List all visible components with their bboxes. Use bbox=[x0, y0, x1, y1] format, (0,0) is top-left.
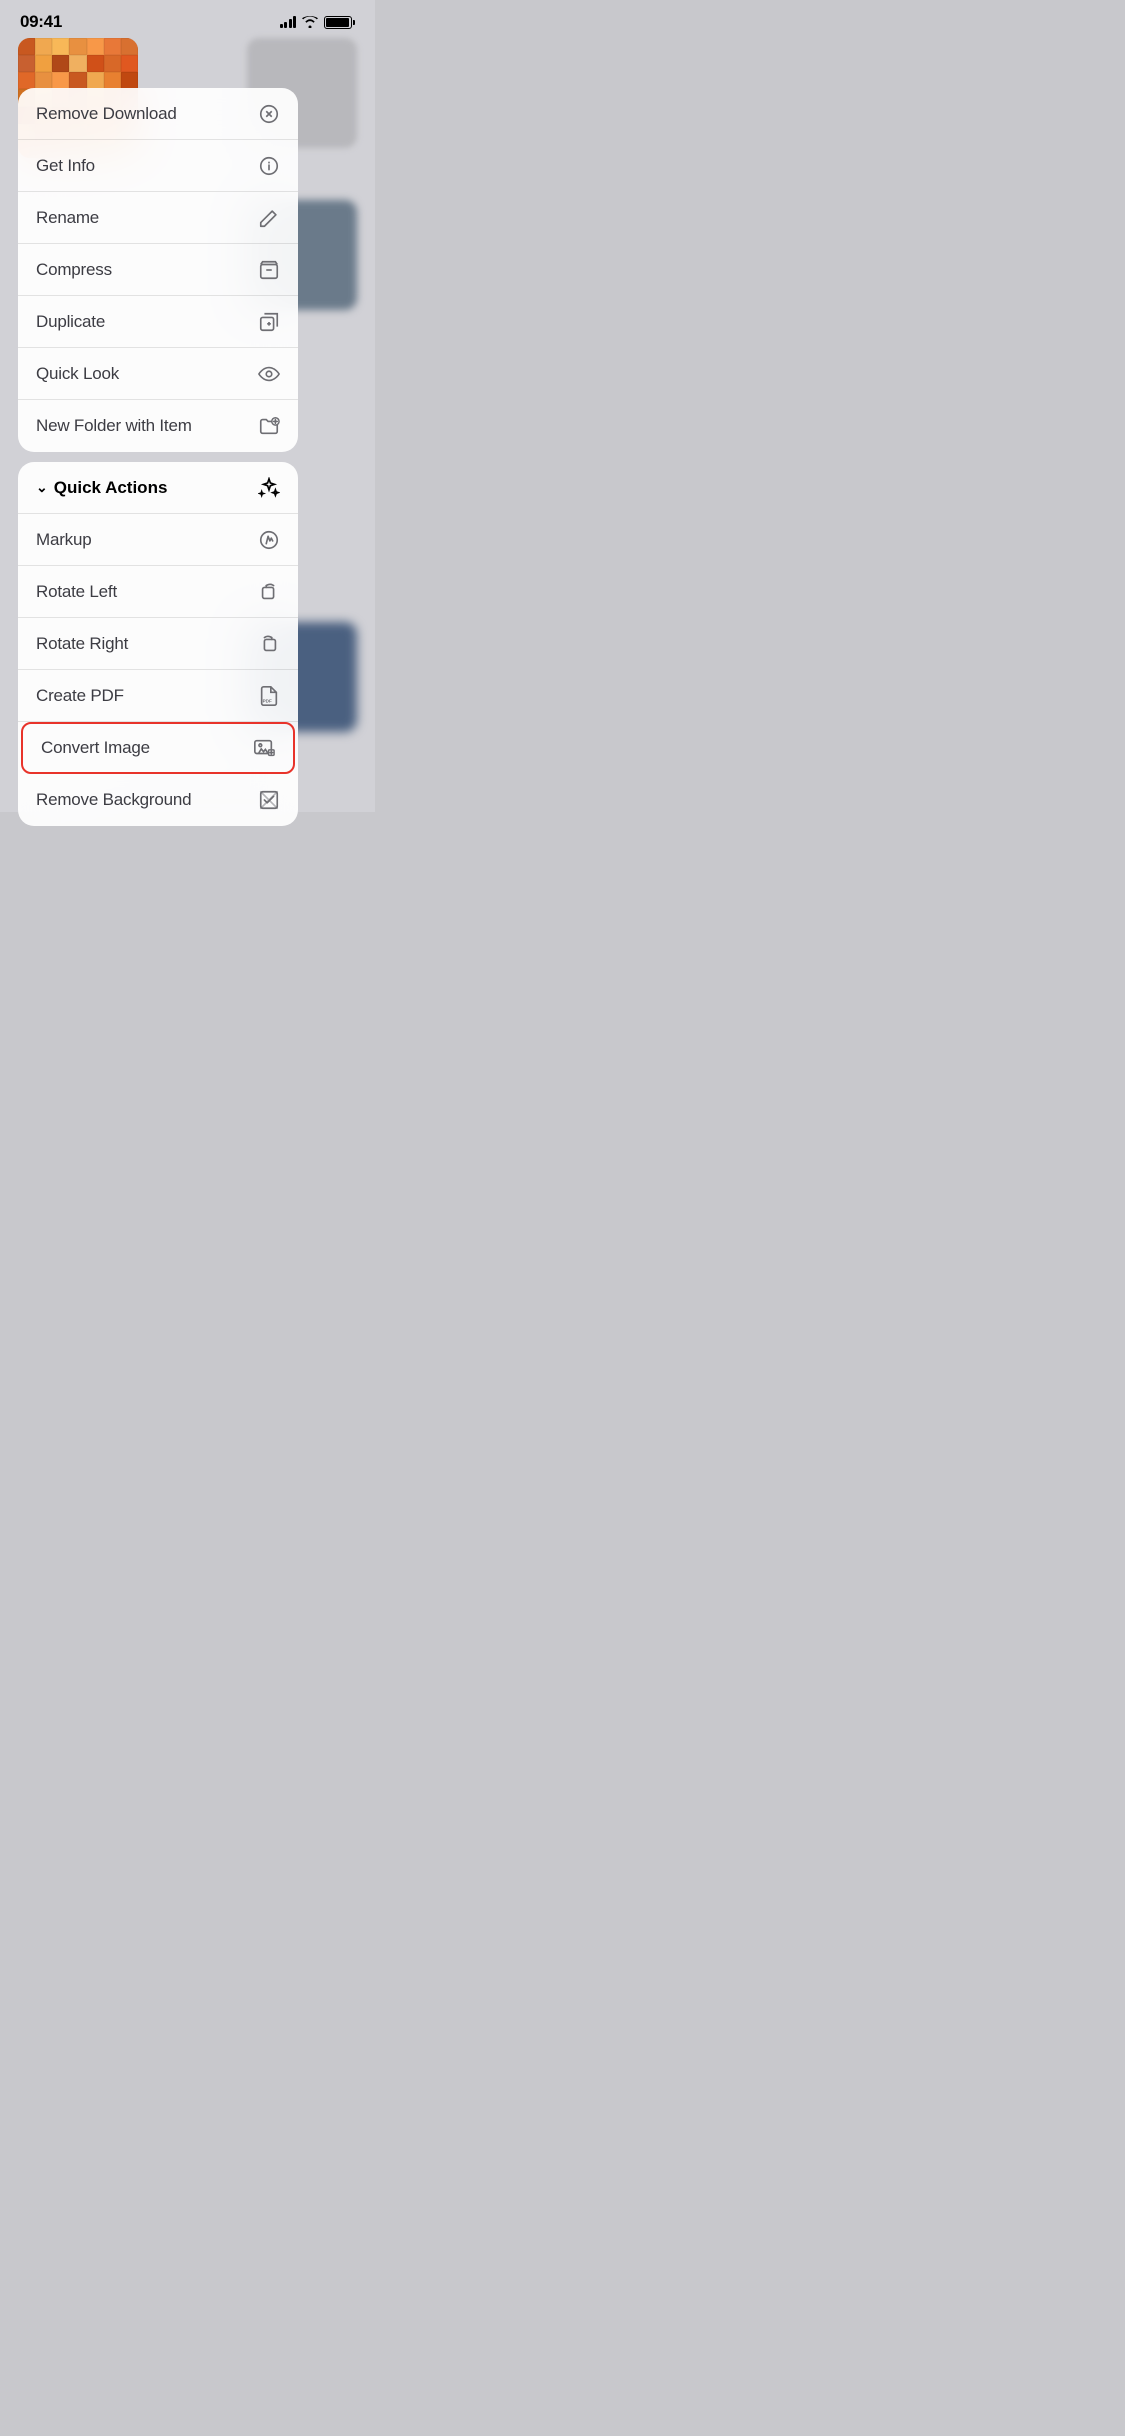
context-menu: Remove Download Get Info Rename Compress bbox=[18, 88, 298, 836]
menu-item-rename[interactable]: Rename bbox=[18, 192, 298, 244]
pdf-icon: PDF bbox=[258, 685, 280, 707]
remove-bg-icon bbox=[258, 789, 280, 811]
menu-item-rotate-right[interactable]: Rotate Right bbox=[18, 618, 298, 670]
pencil-icon bbox=[258, 207, 280, 229]
rotate-left-icon bbox=[258, 581, 280, 603]
circle-info-icon bbox=[258, 155, 280, 177]
eye-icon bbox=[258, 363, 280, 385]
folder-plus-icon bbox=[258, 415, 280, 437]
menu-item-quick-look[interactable]: Quick Look bbox=[18, 348, 298, 400]
quick-actions-header[interactable]: ⌄ Quick Actions bbox=[18, 462, 298, 514]
top-menu-group: Remove Download Get Info Rename Compress bbox=[18, 88, 298, 452]
menu-item-compress[interactable]: Compress bbox=[18, 244, 298, 296]
chevron-down-icon: ⌄ bbox=[36, 479, 48, 496]
archive-box-icon bbox=[258, 259, 280, 281]
menu-item-create-pdf[interactable]: Create PDF PDF bbox=[18, 670, 298, 722]
menu-item-markup[interactable]: Markup bbox=[18, 514, 298, 566]
menu-item-convert-image[interactable]: Convert Image bbox=[21, 722, 295, 774]
status-icons bbox=[280, 16, 356, 29]
status-bar: 09:41 bbox=[0, 0, 375, 44]
convert-image-icon bbox=[253, 737, 275, 759]
menu-item-duplicate[interactable]: Duplicate bbox=[18, 296, 298, 348]
menu-item-new-folder-with-item[interactable]: New Folder with Item bbox=[18, 400, 298, 452]
quick-actions-group: ⌄ Quick Actions Markup Rotate Left bbox=[18, 462, 298, 826]
sparkles-icon bbox=[258, 477, 280, 499]
battery-icon bbox=[324, 16, 355, 29]
menu-item-remove-download[interactable]: Remove Download bbox=[18, 88, 298, 140]
menu-item-rotate-left[interactable]: Rotate Left bbox=[18, 566, 298, 618]
square-plus-icon bbox=[258, 311, 280, 333]
markup-icon bbox=[258, 529, 280, 551]
signal-icon bbox=[280, 16, 297, 28]
circle-x-icon bbox=[258, 103, 280, 125]
wifi-icon bbox=[302, 16, 318, 28]
rotate-right-icon bbox=[258, 633, 280, 655]
menu-item-get-info[interactable]: Get Info bbox=[18, 140, 298, 192]
quick-actions-title: ⌄ Quick Actions bbox=[36, 478, 167, 498]
svg-text:PDF: PDF bbox=[263, 698, 272, 703]
menu-item-remove-background[interactable]: Remove Background bbox=[18, 774, 298, 826]
status-time: 09:41 bbox=[20, 12, 62, 32]
